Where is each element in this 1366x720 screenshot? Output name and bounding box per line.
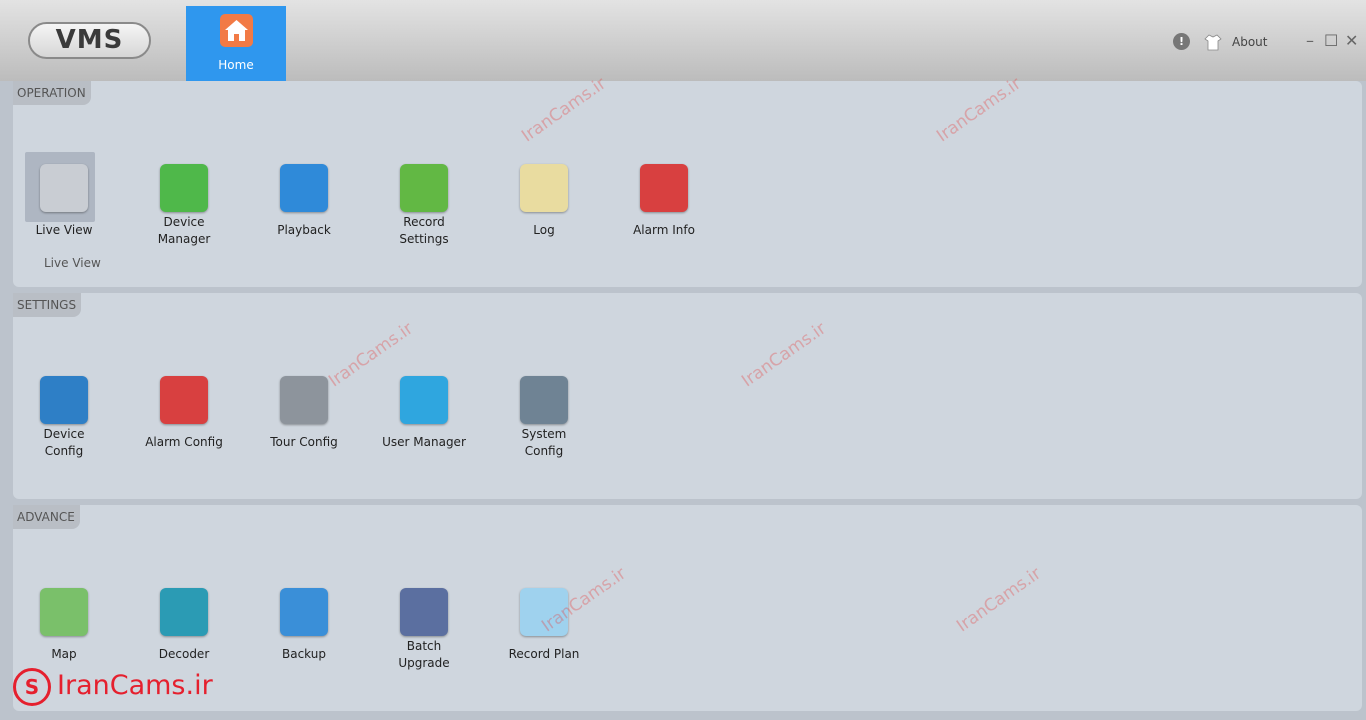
item-label: Record Settings (399, 215, 449, 246)
decoder-icon (160, 588, 208, 636)
settings-panel: SETTINGS Device Config Alarm Config Tour Co… (13, 293, 1362, 499)
log-icon (520, 164, 568, 212)
live-view-camera-icon (40, 164, 88, 212)
playback-clapper-icon (280, 164, 328, 212)
device-config-icon (40, 376, 88, 424)
item-label: Alarm Config (145, 435, 223, 449)
skin-shirt-icon[interactable] (1204, 33, 1222, 54)
item-label: Device Manager (157, 215, 211, 246)
tab-home[interactable]: Home (186, 6, 286, 81)
batch-upgrade-arrow-icon (400, 588, 448, 636)
operation-sub-label: Live View (44, 256, 101, 270)
minimize-button[interactable]: – (1306, 31, 1314, 50)
close-button[interactable]: ✕ (1345, 31, 1358, 50)
item-label: Alarm Info (633, 223, 695, 237)
operation-panel: OPERATION Live View Live View Device Manag… (13, 81, 1362, 287)
tab-home-label: Home (218, 58, 254, 72)
device-manager-icon (160, 164, 208, 212)
operation-tag: OPERATION (13, 81, 91, 105)
item-label: Live View (35, 223, 93, 237)
item-label: System Config (521, 427, 567, 458)
item-label: Backup (282, 647, 326, 661)
record-settings-icon (400, 164, 448, 212)
backup-icon (280, 588, 328, 636)
maximize-button[interactable]: ☐ (1324, 31, 1338, 50)
brand-logo-icon: S (13, 668, 51, 706)
item-label: Batch Upgrade (398, 639, 450, 670)
user-manager-icon (400, 376, 448, 424)
map-icon (40, 588, 88, 636)
item-label: Playback (277, 223, 331, 237)
info-icon[interactable]: ! (1173, 33, 1190, 50)
advance-panel: ADVANCE Map Decoder Backup Batch Upgrade Reco… (13, 505, 1362, 711)
about-link[interactable]: About (1232, 35, 1267, 49)
advance-tag: ADVANCE (13, 505, 80, 529)
tour-config-icon (280, 376, 328, 424)
title-bar: VMS Home ! About – ☐ ✕ (0, 0, 1366, 81)
item-label: Log (533, 223, 555, 237)
item-label: Tour Config (270, 435, 338, 449)
item-label: Decoder (158, 647, 210, 661)
item-label: Record Plan (508, 647, 580, 661)
vms-logo: VMS (28, 22, 151, 59)
item-label: User Manager (382, 435, 466, 449)
alarm-shield-icon (640, 164, 688, 212)
system-config-gear-icon (520, 376, 568, 424)
home-icon (220, 14, 253, 47)
brand-text: IranCams.ir (57, 670, 213, 701)
item-label: Map (51, 647, 77, 661)
alarm-config-icon (160, 376, 208, 424)
settings-tag: SETTINGS (13, 293, 82, 317)
item-label: Device Config (43, 427, 85, 458)
